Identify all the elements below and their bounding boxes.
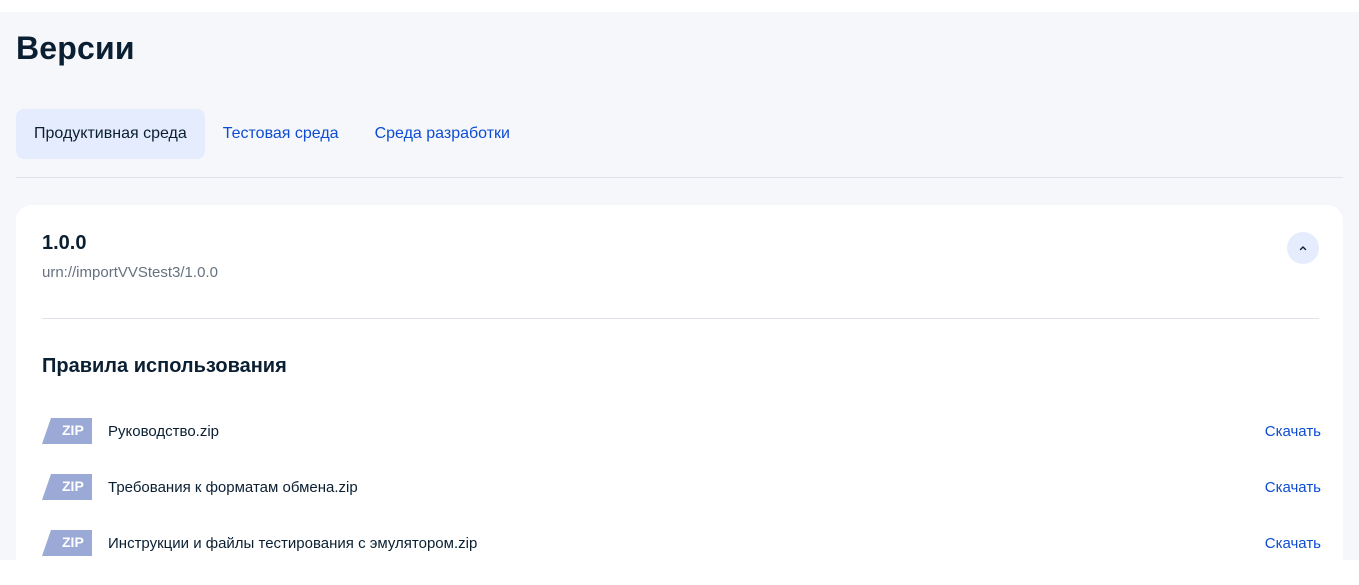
zip-file-icon: ZIP [42, 474, 92, 500]
zip-file-icon: ZIP [42, 530, 92, 556]
zip-badge-label: ZIP [62, 422, 84, 438]
environment-tabs: Продуктивная среда Тестовая среда Среда … [16, 109, 528, 159]
version-number: 1.0.0 [42, 232, 87, 254]
card-divider [42, 318, 1319, 319]
chevron-up-icon [1299, 246, 1307, 251]
file-name: Инструкции и файлы тестирования с эмулят… [108, 534, 478, 552]
download-link[interactable]: Скачать [1265, 535, 1321, 552]
tabs-divider [16, 177, 1343, 178]
collapse-button[interactable] [1287, 232, 1319, 264]
file-row: ZIP Руководство.zip Скачать [42, 416, 1321, 446]
version-card: 1.0.0 urn://importVVStest3/1.0.0 Правила… [16, 205, 1343, 585]
tab-production[interactable]: Продуктивная среда [16, 109, 205, 159]
file-name: Руководство.zip [108, 422, 219, 440]
versions-page: Версии Продуктивная среда Тестовая среда… [0, 12, 1359, 585]
page-title: Версии [16, 30, 135, 66]
usage-rules-title: Правила использования [42, 355, 287, 377]
zip-badge-label: ZIP [62, 534, 84, 550]
download-link[interactable]: Скачать [1265, 479, 1321, 496]
zip-file-icon: ZIP [42, 418, 92, 444]
zip-badge-label: ZIP [62, 478, 84, 494]
tab-test[interactable]: Тестовая среда [205, 109, 357, 159]
version-urn: urn://importVVStest3/1.0.0 [42, 264, 218, 281]
download-link[interactable]: Скачать [1265, 423, 1321, 440]
file-row: ZIP Требования к форматам обмена.zip Ска… [42, 472, 1321, 502]
file-name: Требования к форматам обмена.zip [108, 478, 358, 496]
tab-development[interactable]: Среда разработки [357, 109, 528, 159]
file-row: ZIP Инструкции и файлы тестирования с эм… [42, 528, 1321, 558]
